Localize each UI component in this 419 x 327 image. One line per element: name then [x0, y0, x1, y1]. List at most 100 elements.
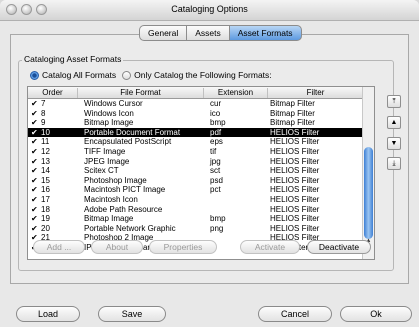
cell-filter: HELIOS Filter	[270, 175, 320, 185]
cell-filter: HELIOS Filter	[270, 223, 320, 233]
cell-order: 16	[41, 185, 50, 195]
move-up-button[interactable]: ▲	[387, 116, 401, 129]
checkmark-icon: ✔	[31, 175, 38, 185]
move-bottom-button[interactable]: ⤓	[387, 157, 401, 170]
move-down-icon: ▼	[390, 140, 398, 147]
cell-order: 18	[41, 204, 50, 214]
table-row[interactable]: ✔ 20 Portable Network Graphic png HELIOS Fil…	[28, 224, 364, 234]
cell-order: 11	[41, 137, 50, 147]
checkmark-icon: ✔	[31, 185, 38, 195]
cell-order: 14	[41, 166, 50, 176]
table-header: Order File Format Extension Filter	[28, 87, 364, 99]
cell-filter: HELIOS Filter	[270, 194, 320, 204]
cell-file-format: TIFF Image	[84, 146, 126, 156]
cell-order: 15	[41, 175, 50, 185]
tab-general[interactable]: General	[139, 25, 187, 41]
checkmark-icon: ✔	[31, 127, 38, 137]
group-label: Cataloging Asset Formats	[22, 54, 124, 64]
catalog-some-radio[interactable]	[122, 70, 132, 80]
formats-table[interactable]: Order File Format Extension Filter ✔ 7 Win…	[27, 86, 375, 260]
catalog-all-label[interactable]: Catalog All Formats	[42, 70, 116, 80]
table-row[interactable]: ✔ 18 Adobe Path Resource HELIOS Filter	[28, 205, 364, 215]
cell-order: 7	[41, 99, 46, 108]
cell-file-format: Portable Document Format	[84, 127, 181, 137]
table-row[interactable]: ✔ 11 Encapsulated PostScript eps HELIOS Filt…	[28, 137, 364, 147]
cell-file-format: JPEG Image	[84, 156, 130, 166]
table-row[interactable]: ✔ 8 Windows Icon ico Bitmap Filter	[28, 109, 364, 119]
save-button[interactable]: Save	[98, 306, 166, 322]
cell-order: 8	[41, 108, 46, 118]
window-title: Cataloging Options	[171, 4, 248, 14]
checkmark-icon: ✔	[31, 108, 38, 118]
cell-filter: HELIOS Filter	[270, 166, 320, 176]
cell-order: 9	[41, 118, 46, 128]
checkmark-icon: ✔	[31, 204, 38, 214]
table-row[interactable]: ✔ 14 Scitex CT sct HELIOS Filter	[28, 166, 364, 176]
tab-asset-formats[interactable]: Asset Formats	[228, 25, 302, 41]
cell-file-format: Windows Cursor	[84, 99, 143, 108]
cell-filter: Bitmap Filter	[270, 108, 315, 118]
column-order[interactable]: Order	[28, 88, 78, 98]
table-row[interactable]: ✔ 19 Bitmap Image bmp HELIOS Filter	[28, 214, 364, 224]
cell-filter: HELIOS Filter	[270, 137, 320, 147]
cell-extension: cur	[210, 99, 222, 108]
cell-extension: ico	[210, 108, 221, 118]
table-row[interactable]: ✔ 15 Photoshop Image psd HELIOS Filter	[28, 176, 364, 186]
move-up-icon: ▲	[390, 119, 398, 126]
cell-extension: jpg	[210, 156, 221, 166]
checkmark-icon: ✔	[31, 194, 38, 204]
table-scrollbar[interactable]: ▲ ▼	[362, 87, 374, 259]
cell-file-format: Adobe Path Resource	[84, 204, 163, 214]
column-file-format[interactable]: File Format	[78, 88, 204, 98]
move-top-button[interactable]: ⤒	[387, 95, 401, 108]
cell-file-format: Scitex CT	[84, 166, 119, 176]
cell-file-format: Macintosh PICT Image	[84, 185, 166, 195]
table-row[interactable]: ✔ 17 Macintosh Icon HELIOS Filter	[28, 195, 364, 205]
table-row[interactable]: ✔ 12 TIFF Image tif HELIOS Filter	[28, 147, 364, 157]
cell-extension: png	[210, 223, 224, 233]
title-bar[interactable]: Cataloging Options	[0, 0, 419, 21]
dialog-window: Cataloging Options General Assets Asset …	[0, 0, 419, 327]
table-row[interactable]: ✔ 7 Windows Cursor cur Bitmap Filter	[28, 99, 364, 109]
add-button[interactable]: Add ...	[33, 240, 85, 254]
activate-button[interactable]: Activate	[240, 240, 300, 254]
format-mode-radio-group: Catalog All Formats Only Catalog the Fol…	[30, 70, 272, 80]
cell-extension: psd	[210, 175, 223, 185]
cell-extension: pct	[210, 185, 221, 195]
properties-button[interactable]: Properties	[149, 240, 217, 254]
cell-filter: Bitmap Filter	[270, 118, 315, 128]
about-button[interactable]: About	[91, 240, 143, 254]
load-button[interactable]: Load	[16, 306, 80, 322]
tab-assets[interactable]: Assets	[186, 25, 229, 41]
cell-order: 20	[41, 223, 50, 233]
catalog-all-radio[interactable]	[30, 70, 39, 80]
cancel-button[interactable]: Cancel	[258, 306, 332, 322]
checkmark-icon: ✔	[31, 146, 38, 156]
checkmark-icon: ✔	[31, 118, 38, 128]
cell-file-format: Bitmap Image	[84, 118, 134, 128]
table-row[interactable]: ✔ 9 Bitmap Image bmp Bitmap Filter	[28, 118, 364, 128]
cell-filter: HELIOS Filter	[270, 156, 320, 166]
deactivate-button[interactable]: Deactivate	[307, 240, 371, 254]
table-row[interactable]: ✔ 16 Macintosh PICT Image pct HELIOS Filter	[28, 185, 364, 195]
cell-extension: eps	[210, 137, 223, 147]
checkmark-icon: ✔	[31, 99, 38, 108]
cell-file-format: Macintosh Icon	[84, 194, 138, 204]
table-row[interactable]: ✔ 13 JPEG Image jpg HELIOS Filter	[28, 157, 364, 167]
checkmark-icon: ✔	[31, 166, 38, 176]
scrollbar-thumb[interactable]	[364, 147, 373, 239]
cell-file-format: Portable Network Graphic	[84, 223, 176, 233]
move-down-button[interactable]: ▼	[387, 137, 401, 150]
catalog-some-label[interactable]: Only Catalog the Following Formats:	[134, 70, 271, 80]
checkmark-icon: ✔	[31, 214, 38, 224]
cell-file-format: Photoshop Image	[84, 175, 147, 185]
column-filter[interactable]: Filter	[268, 88, 364, 98]
ok-button[interactable]: Ok	[340, 306, 412, 322]
table-row[interactable]: ✔ 10 Portable Document Format pdf HELIOS Fil…	[28, 127, 364, 138]
cell-filter: HELIOS Filter	[270, 127, 320, 137]
cell-filter: HELIOS Filter	[270, 185, 320, 195]
cell-file-format: Windows Icon	[84, 108, 134, 118]
cell-extension: sct	[210, 166, 221, 176]
column-extension[interactable]: Extension	[204, 88, 268, 98]
cell-filter: Bitmap Filter	[270, 99, 315, 108]
